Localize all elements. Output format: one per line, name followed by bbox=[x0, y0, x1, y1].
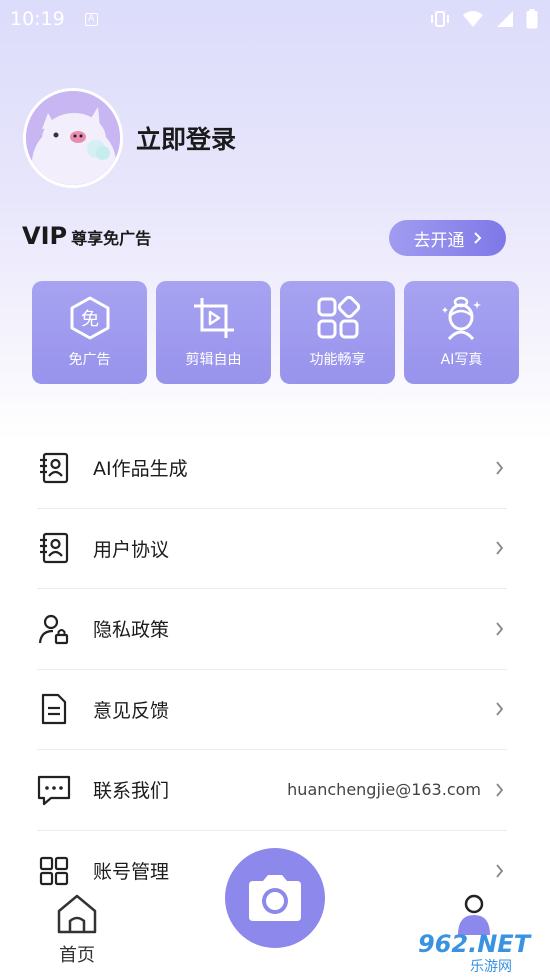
status-time: 10:19 bbox=[10, 8, 65, 30]
camera-button[interactable] bbox=[225, 848, 325, 948]
menu-item-feedback[interactable]: 意见反馈 bbox=[37, 670, 507, 750]
menu-label: 联系我们 bbox=[93, 780, 170, 803]
chevron-right-icon bbox=[495, 864, 503, 878]
menu-item-user-agreement[interactable]: 用户协议 bbox=[37, 509, 507, 589]
menu-item-contact[interactable]: 联系我们 huanchengjie@163.com bbox=[37, 750, 507, 831]
chevron-right-icon bbox=[495, 541, 503, 555]
contact-email: huanchengjie@163.com bbox=[287, 780, 481, 800]
no-ads-icon: 免 bbox=[70, 296, 109, 340]
grid-icon bbox=[317, 295, 360, 339]
tab-home-label: 首页 bbox=[59, 945, 95, 966]
feature-edit[interactable]: 剪辑自由 bbox=[156, 281, 271, 384]
login-link[interactable]: 立即登录 bbox=[136, 120, 236, 156]
feature-label: 免广告 bbox=[68, 352, 111, 368]
wifi-icon bbox=[463, 11, 483, 27]
chevron-right-icon bbox=[495, 702, 503, 716]
watermark-text: 962.NET bbox=[418, 930, 531, 958]
feature-no-ads[interactable]: 免 免广告 bbox=[32, 281, 147, 384]
user-lock-icon bbox=[38, 614, 69, 644]
menu-label: 用户协议 bbox=[93, 538, 170, 561]
feature-functions[interactable]: 功能畅享 bbox=[280, 281, 395, 384]
menu-label: 隐私政策 bbox=[93, 619, 170, 642]
contact-card-icon bbox=[40, 533, 69, 564]
menu-list: AI作品生成 用户协议 隐私政策 意见反馈 联系我们 huanchengjie@… bbox=[0, 428, 550, 911]
watermark-logo: 962.NET 乐游网 bbox=[418, 930, 546, 975]
document-icon bbox=[41, 694, 67, 725]
feature-label: 剪辑自由 bbox=[185, 352, 242, 368]
open-vip-button[interactable]: 去开通 bbox=[389, 220, 506, 256]
signal-icon bbox=[497, 11, 513, 27]
vip-title: VIP bbox=[22, 222, 68, 250]
feature-label: 功能畅享 bbox=[309, 352, 366, 368]
menu-item-privacy[interactable]: 隐私政策 bbox=[37, 589, 507, 670]
chat-icon bbox=[37, 775, 71, 805]
vibrate-icon bbox=[431, 11, 449, 27]
open-vip-label: 去开通 bbox=[413, 230, 465, 251]
no-ads-glyph: 免 bbox=[81, 309, 99, 330]
chevron-right-icon bbox=[495, 622, 503, 636]
tab-home[interactable]: 首页 bbox=[48, 893, 106, 967]
status-bar: 10:19 A bbox=[0, 0, 550, 38]
feature-ai-portrait[interactable]: AI写真 bbox=[404, 281, 519, 384]
menu-item-ai-works[interactable]: AI作品生成 bbox=[37, 428, 507, 509]
contact-card-icon bbox=[40, 452, 69, 483]
menu-label: 账号管理 bbox=[93, 861, 170, 884]
chevron-right-icon bbox=[473, 232, 481, 244]
vip-banner: VIP 尊享免广告 bbox=[22, 222, 151, 250]
menu-label: 意见反馈 bbox=[93, 699, 170, 722]
vip-subtitle: 尊享免广告 bbox=[71, 229, 152, 248]
chevron-right-icon bbox=[495, 783, 503, 797]
crop-play-icon bbox=[193, 298, 234, 338]
notification-badge: A bbox=[84, 12, 98, 26]
battery-icon bbox=[526, 9, 538, 29]
grid-icon bbox=[39, 856, 69, 885]
feature-label: AI写真 bbox=[440, 352, 483, 368]
camera-icon bbox=[249, 875, 301, 921]
avatar[interactable] bbox=[23, 88, 123, 188]
menu-label: AI作品生成 bbox=[93, 458, 188, 481]
chevron-right-icon bbox=[495, 461, 503, 475]
home-icon bbox=[57, 894, 97, 934]
watermark-sub: 乐游网 bbox=[470, 959, 512, 975]
portrait-icon bbox=[441, 296, 481, 341]
